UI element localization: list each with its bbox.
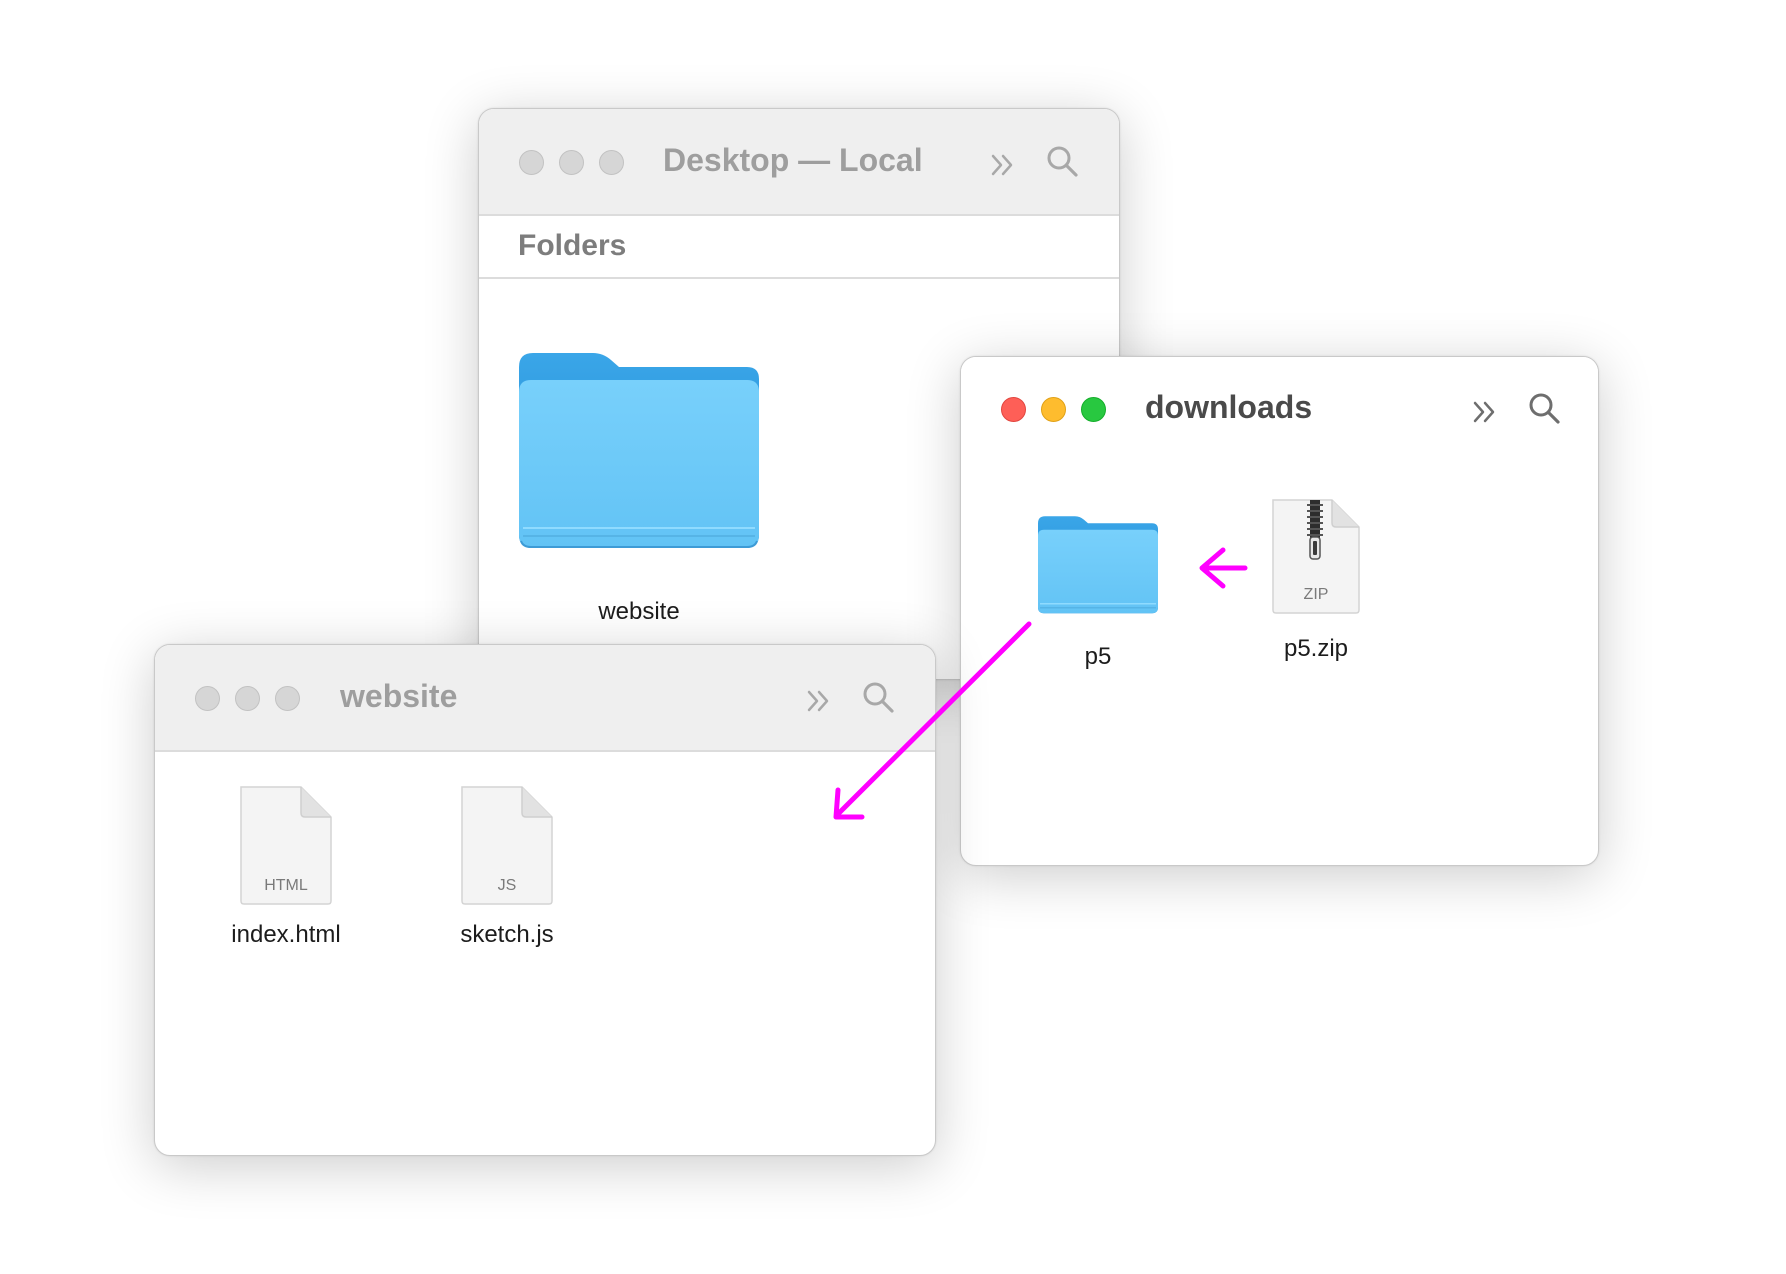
titlebar-divider (479, 214, 1119, 216)
titlebar-divider (155, 750, 935, 752)
website-finder-window[interactable]: website HTML index.html JS sketch.js (154, 644, 936, 1156)
search-icon[interactable] (1527, 391, 1561, 425)
downloads-finder-window[interactable]: downloads p5 ZIP p5.zip (960, 356, 1599, 866)
close-button[interactable] (1001, 397, 1026, 422)
item-label: p5.zip (1283, 635, 1349, 662)
minimize-button[interactable] (1041, 397, 1066, 422)
section-title: Folders (518, 229, 627, 262)
chevron-double-right-icon[interactable] (1469, 395, 1503, 429)
title-bar[interactable]: Desktop — Local (479, 109, 1119, 214)
file-type-label: ZIP (1304, 586, 1329, 603)
zoom-button[interactable] (275, 686, 300, 711)
folder-icon (1038, 516, 1158, 614)
item-label: website (598, 598, 680, 625)
section-divider (479, 277, 1119, 279)
chevron-double-right-icon[interactable] (803, 684, 837, 718)
folder-item-p5[interactable] (1038, 512, 1158, 620)
search-icon[interactable] (1045, 144, 1079, 178)
window-title: downloads (1145, 389, 1313, 425)
zoom-button[interactable] (599, 150, 624, 175)
window-controls (1001, 397, 1106, 422)
minimize-button[interactable] (559, 150, 584, 175)
file-item-p5-zip[interactable]: ZIP (1270, 497, 1362, 620)
folder-item-website[interactable] (519, 345, 759, 555)
zoom-button[interactable] (1081, 397, 1106, 422)
window-title: website (340, 678, 458, 714)
search-icon[interactable] (861, 680, 895, 714)
minimize-button[interactable] (235, 686, 260, 711)
document-icon: HTML (240, 786, 332, 905)
folder-icon (519, 353, 759, 548)
file-type-label: HTML (264, 877, 308, 894)
chevron-double-right-icon[interactable] (987, 148, 1021, 182)
item-label: index.html (231, 921, 341, 948)
close-button[interactable] (519, 150, 544, 175)
window-controls (195, 686, 300, 711)
close-button[interactable] (195, 686, 220, 711)
file-type-label: JS (498, 877, 517, 894)
file-item-sketch-js[interactable]: JS (459, 784, 555, 911)
window-title: Desktop — Local (663, 142, 923, 178)
item-label: p5 (1084, 643, 1112, 670)
item-label: sketch.js (460, 921, 554, 948)
document-icon: JS (461, 786, 553, 905)
title-bar[interactable]: website (155, 645, 935, 750)
window-controls (519, 150, 624, 175)
title-bar[interactable]: downloads (961, 357, 1598, 462)
zip-file-icon: ZIP (1272, 499, 1360, 614)
file-item-index-html[interactable]: HTML (238, 784, 334, 911)
